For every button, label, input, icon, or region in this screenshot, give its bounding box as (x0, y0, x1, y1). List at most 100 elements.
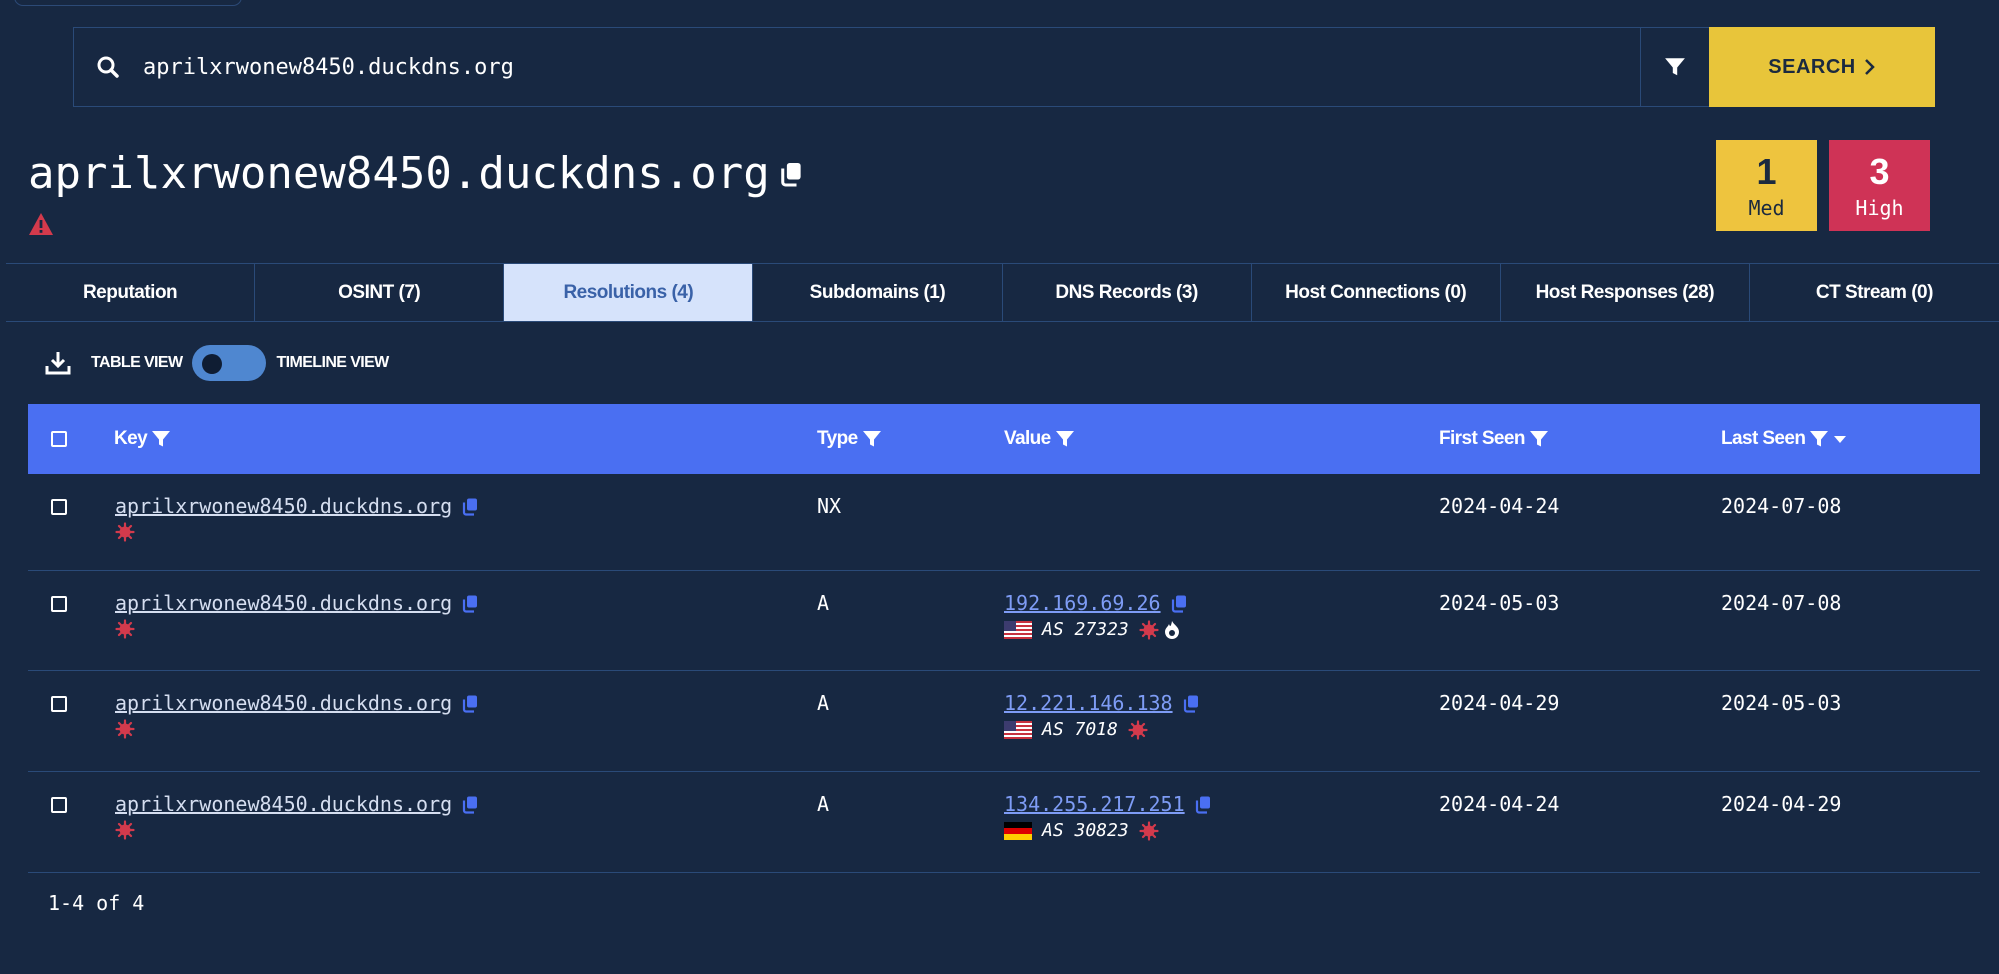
key-link[interactable]: aprilxrwonew8450.duckdns.org (115, 792, 452, 816)
type-cell: NX (817, 494, 842, 518)
copy-icon[interactable] (462, 497, 478, 516)
ip-link[interactable]: 134.255.217.251 (1004, 792, 1185, 816)
toggle-knob (202, 354, 223, 374)
column-value[interactable]: Value (1004, 404, 1075, 474)
select-all-checkbox[interactable] (51, 431, 67, 447)
asn-label: AS 30823 (1042, 820, 1129, 841)
ip-link[interactable]: 192.169.69.26 (1004, 591, 1161, 615)
malicious-icon (115, 719, 135, 739)
copy-icon[interactable] (462, 694, 478, 713)
value-cell: 192.169.69.26 AS 27323 (1004, 591, 1187, 640)
search-input[interactable] (141, 28, 1640, 106)
key-link[interactable]: aprilxrwonew8450.duckdns.org (115, 691, 452, 715)
chevron-right-icon (1864, 59, 1875, 75)
last-seen-cell: 2024-07-08 (1721, 494, 1842, 518)
row-checkbox[interactable] (51, 596, 67, 612)
row-checkbox[interactable] (51, 499, 67, 515)
first-seen-cell: 2024-05-03 (1439, 591, 1560, 615)
search-filter-button[interactable] (1640, 28, 1709, 106)
copy-icon[interactable] (780, 161, 802, 187)
copy-icon[interactable] (462, 795, 478, 814)
value-cell: 134.255.217.251 AS 30823 (1004, 792, 1211, 841)
key-cell: aprilxrwonew8450.duckdns.org (115, 494, 478, 542)
tab-bar: Reputation OSINT (7) Resolutions (4) Sub… (6, 263, 1999, 322)
table-header: Key Type Value First Seen Last Seen (28, 404, 1980, 474)
copy-icon[interactable] (1171, 594, 1187, 613)
row-checkbox[interactable] (51, 696, 67, 712)
timeline-view-label[interactable]: TIMELINE VIEW (276, 354, 389, 372)
malicious-icon (115, 820, 135, 840)
search-button[interactable]: SEARCH (1709, 27, 1935, 107)
type-cell: A (817, 792, 830, 816)
copy-icon[interactable] (1183, 694, 1199, 713)
column-first-seen[interactable]: First Seen (1439, 404, 1549, 474)
de-flag-icon (1004, 821, 1032, 840)
copy-icon[interactable] (462, 594, 478, 613)
column-last-seen-label: Last Seen (1721, 428, 1806, 449)
tab-osint[interactable]: OSINT (7) (255, 264, 505, 321)
row-checkbox-cell (51, 499, 67, 515)
last-seen-cell: 2024-04-29 (1721, 792, 1842, 816)
last-seen-cell: 2024-07-08 (1721, 591, 1842, 615)
page-title: aprilxrwonew8450.duckdns.org (28, 148, 802, 199)
table-row: aprilxrwonew8450.duckdns.org NX 2024-04-… (28, 474, 1980, 571)
tab-subdomains[interactable]: Subdomains (1) (753, 264, 1003, 321)
tab-resolutions[interactable]: Resolutions (4) (504, 264, 754, 321)
first-seen-cell: 2024-04-29 (1439, 691, 1560, 715)
tab-ct-stream[interactable]: CT Stream (0) (1750, 264, 1999, 321)
key-cell: aprilxrwonew8450.duckdns.org (115, 591, 478, 639)
pagination-count: 1-4 of 4 (48, 891, 145, 915)
tab-host-responses[interactable]: Host Responses (28) (1501, 264, 1750, 321)
first-seen-cell: 2024-04-24 (1439, 792, 1560, 816)
view-toggle[interactable] (192, 345, 267, 381)
select-all-cell (51, 404, 67, 474)
severity-high-badge[interactable]: 3 High (1829, 140, 1930, 231)
resolutions-table: Key Type Value First Seen Last Seen apri… (28, 404, 1980, 873)
table-row: aprilxrwonew8450.duckdns.org A 134.255.2… (28, 772, 1980, 873)
column-type-label: Type (817, 428, 858, 449)
search-bar: SEARCH (73, 27, 1935, 107)
filter-icon[interactable] (1055, 429, 1075, 449)
table-view-label[interactable]: TABLE VIEW (91, 354, 183, 372)
column-type[interactable]: Type (817, 404, 882, 474)
malicious-icon (1139, 620, 1159, 640)
asn-label: AS 7018 (1042, 719, 1118, 740)
table-row: aprilxrwonew8450.duckdns.org A 192.169.6… (28, 571, 1980, 671)
tab-dns-records[interactable]: DNS Records (3) (1003, 264, 1252, 321)
column-key-label: Key (114, 428, 148, 449)
view-toggle-bar: TABLE VIEW TIMELINE VIEW (45, 345, 389, 381)
us-flag-icon (1004, 720, 1032, 739)
copy-icon[interactable] (1195, 795, 1211, 814)
row-checkbox-cell (51, 797, 67, 813)
tab-reputation[interactable]: Reputation (6, 264, 256, 321)
malicious-icon (1139, 821, 1159, 841)
ip-link[interactable]: 12.221.146.138 (1004, 691, 1173, 715)
value-cell: 12.221.146.138 AS 7018 (1004, 691, 1199, 740)
filter-icon (1664, 56, 1686, 78)
warning-icon (29, 213, 53, 235)
sort-desc-icon[interactable] (1833, 434, 1847, 444)
tab-host-connections[interactable]: Host Connections (0) (1252, 264, 1501, 321)
row-checkbox[interactable] (51, 797, 67, 813)
last-seen-cell: 2024-05-03 (1721, 691, 1842, 715)
us-flag-icon (1004, 620, 1032, 639)
row-checkbox-cell (51, 696, 67, 712)
malicious-icon (115, 619, 135, 639)
malicious-icon (1128, 720, 1148, 740)
key-link[interactable]: aprilxrwonew8450.duckdns.org (115, 591, 452, 615)
column-key[interactable]: Key (114, 404, 171, 474)
severity-med-badge[interactable]: 1 Med (1716, 140, 1817, 231)
filter-icon[interactable] (862, 429, 882, 449)
filter-icon[interactable] (1809, 429, 1829, 449)
filter-icon[interactable] (151, 429, 171, 449)
type-cell: A (817, 691, 830, 715)
search-button-label: SEARCH (1768, 55, 1856, 78)
table-row: aprilxrwonew8450.duckdns.org A 12.221.14… (28, 671, 1980, 772)
severity-med-count: 1 (1756, 150, 1777, 192)
filter-icon[interactable] (1529, 429, 1549, 449)
column-last-seen[interactable]: Last Seen (1721, 404, 1847, 474)
column-first-seen-label: First Seen (1439, 428, 1525, 449)
download-icon[interactable] (45, 350, 71, 376)
severity-high-label: High (1855, 195, 1904, 220)
key-link[interactable]: aprilxrwonew8450.duckdns.org (115, 494, 452, 518)
